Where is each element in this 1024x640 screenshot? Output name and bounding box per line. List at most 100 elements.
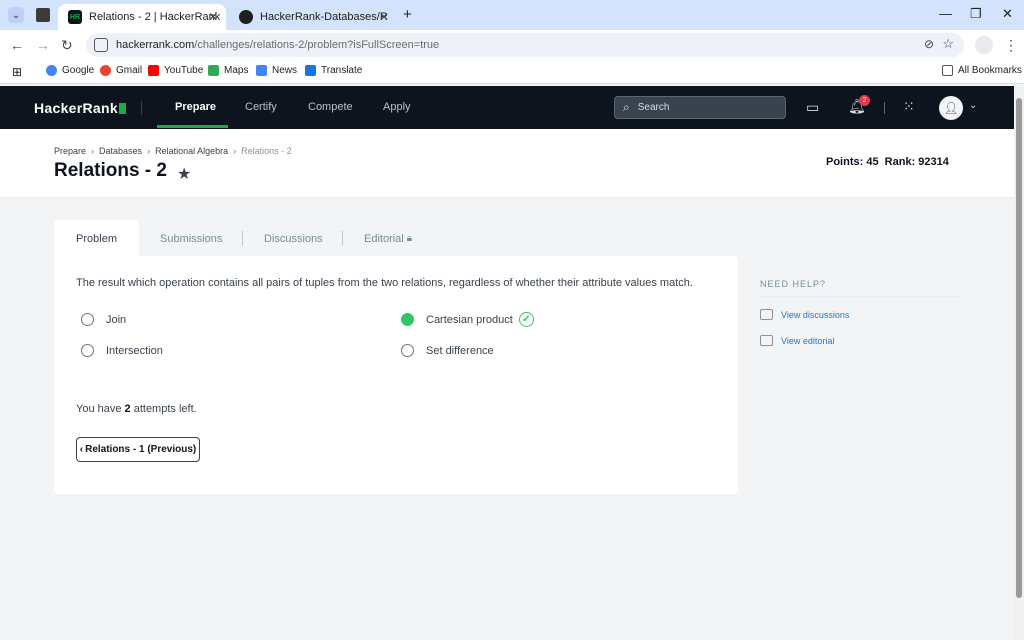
bookmark-translate[interactable]: Translate [305, 65, 362, 76]
bookmark-label: Google [62, 65, 95, 76]
chat-icon[interactable]: ▭ [806, 99, 819, 116]
restore-icon[interactable]: ❐ [970, 6, 982, 22]
option-join[interactable]: Join [81, 313, 126, 326]
link-label: View discussions [781, 309, 850, 320]
lock-icon: 🔒︎ [406, 233, 413, 244]
book-icon [760, 335, 773, 346]
link-label: View editorial [781, 335, 835, 346]
breadcrumb-relational-algebra[interactable]: Relational Algebra [155, 146, 228, 156]
new-tab-plus-icon[interactable]: + [403, 6, 412, 23]
forward-arrow-icon[interactable]: → [36, 37, 50, 53]
view-editorial-link[interactable]: View editorial [760, 335, 834, 346]
bookmark-label: Maps [224, 65, 249, 76]
hackerrank-logo[interactable]: HackerRank [34, 100, 126, 116]
bookmark-star-icon[interactable]: ☆ [942, 36, 954, 52]
bookmark-youtube[interactable]: YouTube [148, 65, 203, 76]
apps-grid-icon[interactable]: ⁙ [903, 98, 915, 115]
breadcrumb-databases[interactable]: Databases [99, 146, 142, 156]
breadcrumb: Prepare › Databases › Relational Algebra… [54, 146, 297, 156]
challenge-tabs: Problem Submissions Discussions Editoria… [54, 220, 737, 257]
tab-divider [342, 231, 343, 246]
reload-icon[interactable]: ↻ [61, 37, 73, 54]
notification-badge: 2 [859, 95, 870, 106]
nav-certify[interactable]: Certify [245, 101, 277, 113]
breadcrumb-prepare[interactable]: Prepare [54, 146, 86, 156]
bookmark-label: News [272, 65, 298, 76]
nav-compete[interactable]: Compete [308, 101, 353, 113]
option-intersection[interactable]: Intersection [81, 344, 163, 357]
apps-grid-icon[interactable]: ⊞ [12, 65, 22, 79]
user-icon: 👤︎ [943, 101, 959, 115]
maps-icon [208, 65, 219, 76]
header-divider [141, 101, 142, 115]
bookmark-maps[interactable]: Maps [208, 65, 248, 76]
news-icon [256, 65, 267, 76]
search-input[interactable]: ⌕ Search [614, 96, 786, 119]
nav-apply[interactable]: Apply [383, 101, 411, 113]
tab-editorial[interactable]: Editorial 🔒︎ [364, 220, 412, 257]
attempts-left: You have 2 attempts left. [76, 403, 197, 415]
back-arrow-icon[interactable]: ← [10, 37, 24, 53]
all-bookmarks[interactable]: All Bookmarks [942, 65, 1022, 76]
radio-button[interactable] [401, 344, 414, 357]
youtube-icon [148, 65, 159, 76]
attempts-prefix: You have [76, 403, 125, 415]
help-divider [760, 296, 958, 297]
google-icon [100, 65, 111, 76]
bookmark-gmail[interactable]: Gmail [100, 65, 142, 76]
google-icon [46, 65, 57, 76]
bookmark-label: Translate [321, 65, 363, 76]
tab-problem[interactable]: Problem [54, 220, 139, 257]
tab-search-chevron-icon[interactable]: ⌄ [8, 7, 24, 23]
tab-editorial-label: Editorial [364, 232, 404, 245]
option-cartesian-product[interactable]: Cartesian product ✓ [401, 312, 534, 327]
discussion-icon [760, 309, 773, 320]
chevron-down-icon[interactable]: ⌄ [969, 100, 977, 111]
view-discussions-link[interactable]: View discussions [760, 309, 849, 320]
page-scrollbar[interactable] [1014, 86, 1024, 640]
tab-discussions[interactable]: Discussions [264, 220, 323, 257]
close-icon[interactable]: ✕ [208, 10, 218, 24]
eye-off-icon[interactable]: ⊘ [924, 37, 934, 51]
previous-button-label: Relations - 1 (Previous) [85, 444, 197, 455]
user-avatar[interactable]: 👤︎ [939, 96, 963, 120]
scrollbar-thumb[interactable] [1016, 98, 1022, 598]
browser-tab[interactable]: HackerRank-Databases/Relatio ✕ [229, 4, 397, 30]
option-set-difference[interactable]: Set difference [401, 344, 494, 357]
radio-button[interactable] [81, 313, 94, 326]
tab-submissions[interactable]: Submissions [160, 220, 222, 257]
search-placeholder: Search [637, 102, 670, 113]
challenge-title-band: Prepare › Databases › Relational Algebra… [0, 129, 1014, 198]
previous-challenge-button[interactable]: ‹ Relations - 1 (Previous) [76, 437, 200, 462]
bookmark-label: Gmail [116, 65, 143, 76]
folder-icon [942, 65, 953, 76]
bookmark-google[interactable]: Google [46, 65, 94, 76]
radio-button[interactable] [81, 344, 94, 357]
need-help-heading: NEED HELP? [760, 279, 827, 289]
option-label: Join [106, 313, 127, 326]
kebab-menu-icon[interactable]: ⋮ [1004, 37, 1018, 54]
minimize-icon[interactable]: — [939, 6, 952, 21]
radio-button-checked[interactable] [401, 313, 414, 326]
site-info-icon[interactable] [94, 38, 108, 52]
problem-panel: The result which operation contains all … [54, 256, 738, 494]
translate-icon [305, 65, 316, 76]
address-bar[interactable]: hackerrank.com /challenges/relations-2/p… [86, 33, 964, 57]
tab-divider [242, 231, 243, 246]
active-nav-underline [157, 125, 228, 128]
logo-square-icon [118, 103, 126, 114]
bookmarks-bar: ⊞ Google Gmail YouTube Maps News Transla… [0, 60, 1024, 84]
chevron-right-icon: › [233, 146, 237, 156]
bookmark-label: YouTube [164, 65, 204, 76]
pinned-tab-icon[interactable] [36, 8, 50, 22]
star-icon[interactable]: ★ [177, 164, 191, 184]
browser-tab-active[interactable]: HR Relations - 2 | HackerRank ✕ [58, 4, 226, 30]
bookmark-news[interactable]: News [256, 65, 297, 76]
nav-prepare[interactable]: Prepare [175, 101, 216, 113]
profile-avatar[interactable] [975, 36, 993, 54]
github-favicon-icon [239, 10, 253, 24]
check-circle-icon: ✓ [518, 312, 534, 327]
close-icon[interactable]: ✕ [379, 10, 389, 24]
option-label: Set difference [426, 344, 494, 357]
window-close-icon[interactable]: ✕ [1002, 6, 1013, 22]
